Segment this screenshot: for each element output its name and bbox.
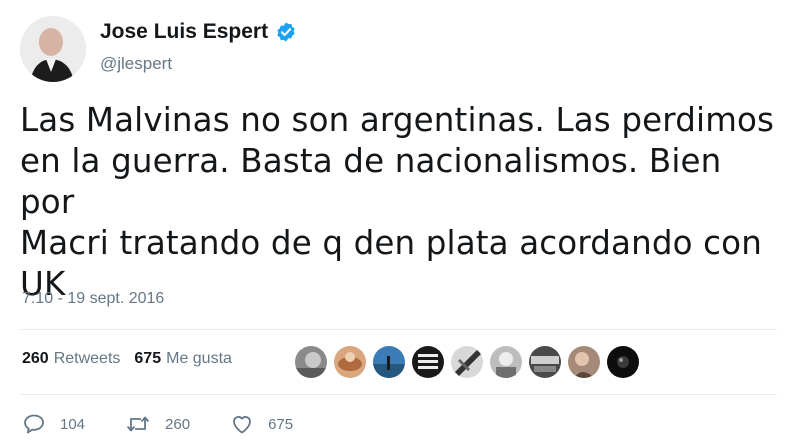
- retweets-label: Retweets: [53, 350, 121, 367]
- author-name[interactable]: Jose Luis Espert: [100, 20, 268, 44]
- like-button[interactable]: 675: [230, 412, 293, 436]
- liker-avatars: [295, 346, 646, 378]
- tweet-text-line: Las Malvinas no son argentinas. Las perd…: [20, 101, 775, 139]
- tweet-actions: 104 260 675: [22, 412, 333, 436]
- retweet-count: 260: [165, 415, 191, 433]
- tweet-text-line: Macri tratando de q den plata acordando …: [20, 224, 762, 262]
- liker-avatar[interactable]: [568, 346, 600, 378]
- heart-icon: [233, 416, 251, 434]
- tweet-text-line: en la guerra. Basta de nacionalismos. Bi…: [20, 142, 722, 221]
- reply-count: 104: [60, 415, 86, 433]
- verified-badge-icon: [275, 21, 297, 43]
- reply-icon: [24, 414, 44, 434]
- divider: [20, 329, 777, 330]
- liker-avatar[interactable]: [607, 346, 639, 378]
- likes-count: 675: [134, 350, 162, 367]
- retweet-icon: [126, 416, 150, 432]
- author-avatar-image: [20, 16, 86, 82]
- reply-button[interactable]: 104: [22, 412, 85, 436]
- likes-stat[interactable]: 675 Me gusta: [134, 350, 232, 368]
- author-name-row: Jose Luis Espert: [100, 20, 297, 44]
- tweet-text: Las Malvinas no son argentinas. Las perd…: [20, 100, 780, 305]
- liker-avatar[interactable]: [529, 346, 561, 378]
- retweets-count: 260: [22, 350, 49, 367]
- divider: [20, 394, 777, 395]
- liker-avatar[interactable]: [334, 346, 366, 378]
- liker-avatar[interactable]: [412, 346, 444, 378]
- liker-avatar[interactable]: [295, 346, 327, 378]
- liker-avatar[interactable]: [451, 346, 483, 378]
- author-avatar[interactable]: [20, 16, 86, 82]
- likes-label: Me gusta: [166, 350, 232, 367]
- author-handle[interactable]: @jlespert: [100, 54, 172, 74]
- liker-avatar[interactable]: [373, 346, 405, 378]
- tweet-timestamp[interactable]: 7:10 - 19 sept. 2016: [22, 290, 164, 308]
- tweet-stats: 260 Retweets 675 Me gusta: [22, 350, 246, 368]
- retweets-stat[interactable]: 260 Retweets: [22, 350, 120, 368]
- like-count: 675: [268, 415, 294, 433]
- liker-avatar[interactable]: [490, 346, 522, 378]
- retweet-button[interactable]: 260: [125, 412, 190, 436]
